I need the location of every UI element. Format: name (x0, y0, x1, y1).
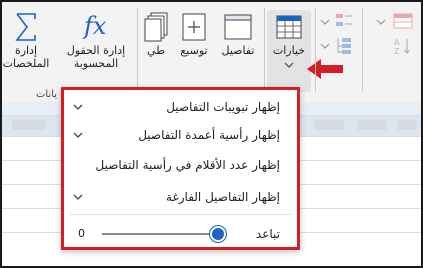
details-label: تفاصيل (221, 44, 255, 57)
blurred-cell (314, 120, 344, 130)
ribbon-group-label: يانات (36, 89, 58, 100)
menu-item-label: إظهار تبويبات التفاصيل (166, 100, 280, 114)
collapse-icon (144, 12, 168, 42)
fx-icon: fx (82, 12, 107, 40)
ribbon-separator (264, 8, 265, 92)
menu-divider (70, 214, 291, 215)
chevron-down-icon[interactable] (376, 18, 386, 26)
ribbon-separator (137, 8, 138, 92)
menu-item-show-empty-details[interactable]: إظهار التفاصيل الفارغة (64, 184, 297, 210)
spacing-slider-thumb[interactable] (210, 226, 226, 242)
field-list-icon[interactable] (334, 12, 354, 30)
blurred-cell (357, 120, 387, 130)
blurred-cell (12, 120, 46, 130)
menu-item-label: إظهار التفاصيل الفارغة (166, 190, 280, 204)
manage-calculated-fields-label-1: إدارة الحقول (66, 44, 126, 57)
arrow-pointer-icon (307, 59, 343, 79)
manage-subtotals-button[interactable]: إدارة الملخصات (2, 10, 50, 70)
chevron-down-icon[interactable] (320, 42, 330, 50)
chevron-down-icon (284, 62, 294, 68)
options-dropdown-menu: إظهار تبويبات التفاصيل إظهار رأسية أعمدة… (61, 87, 300, 250)
chevron-down-icon (73, 194, 83, 200)
blurred-cell (397, 120, 417, 130)
ribbon-separator (315, 8, 316, 92)
ribbon-separator (362, 8, 363, 92)
expand-label: توسيع (180, 44, 208, 57)
menu-item-show-detail-tabs[interactable]: إظهار تبويبات التفاصيل (64, 94, 297, 120)
menu-item-show-detail-column-headers[interactable]: إظهار رأسية أعمدة التفاصيل (64, 122, 297, 148)
svg-text:fx: fx (82, 12, 107, 40)
hierarchy-icon[interactable] (334, 36, 354, 56)
manage-calculated-fields-label-2: المحسوبة (73, 57, 119, 70)
chevron-down-icon[interactable] (320, 18, 330, 26)
sigma-icon (15, 13, 36, 41)
manage-subtotals-label-1: إدارة (14, 44, 38, 57)
collapse-button[interactable]: طي (140, 10, 172, 57)
sort-icon[interactable]: A Z (392, 36, 414, 56)
window-frame: إدارة الملخصات fx إدارة الحقول المحسوبة … (0, 0, 423, 268)
spacing-slider-label: تباعد (255, 227, 280, 241)
menu-item-show-count-in-detail-header[interactable]: إظهار عدد الأقلام في رأسية التفاصيل (64, 152, 297, 178)
details-icon (224, 14, 252, 40)
expand-button[interactable]: توسيع (174, 10, 214, 57)
svg-text:A: A (394, 38, 400, 47)
manage-calculated-fields-button[interactable]: fx إدارة الحقول المحسوبة (58, 10, 134, 70)
collapse-label: طي (147, 44, 165, 57)
details-button[interactable]: تفاصيل (216, 10, 260, 57)
svg-text:Z: Z (394, 47, 400, 56)
spacing-slider-track[interactable] (102, 233, 218, 235)
table-style-icon[interactable] (392, 12, 414, 30)
table-options-icon (276, 15, 302, 39)
spacing-slider-min-label: 0 (78, 227, 85, 240)
chevron-down-icon (73, 104, 83, 110)
menu-item-label: إظهار عدد الأقلام في رأسية التفاصيل (95, 158, 280, 172)
manage-subtotals-label-2: الملخصات (2, 57, 50, 70)
menu-item-label: إظهار رأسية أعمدة التفاصيل (138, 128, 280, 142)
options-label: خيارات (272, 44, 306, 57)
chevron-down-icon (73, 132, 83, 138)
expand-icon (182, 13, 206, 41)
